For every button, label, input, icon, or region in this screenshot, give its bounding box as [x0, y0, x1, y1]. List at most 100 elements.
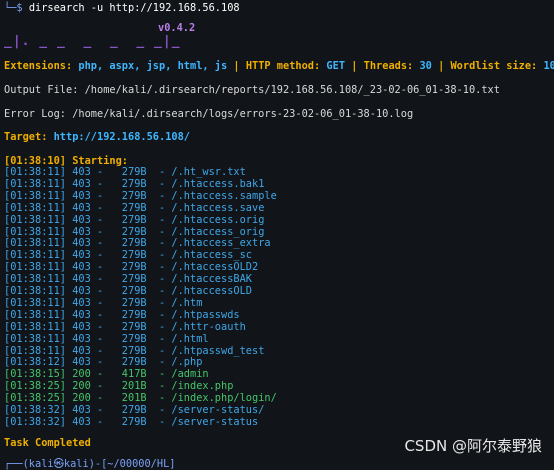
result-time: [01:38:11]: [4, 189, 73, 202]
result-path: /.php: [171, 356, 203, 369]
result-size: 279B -: [115, 285, 172, 297]
result-path: /.htaccess.orig: [171, 213, 265, 226]
result-path: /admin: [171, 368, 209, 381]
result-size: 279B -: [115, 249, 172, 262]
result-time: [01:38:11]: [4, 273, 73, 286]
result-row: [01:38:32] 403 - 279B - /server-status: [4, 416, 258, 428]
result-status-code: 403 -: [72, 332, 116, 345]
result-status-code: 403 -: [72, 273, 116, 286]
result-status-code: 403 -: [72, 237, 116, 250]
result-time: [01:38:12]: [4, 356, 73, 369]
result-path: /.htaccess_extra: [171, 237, 271, 250]
result-status-code: 403 -: [72, 404, 116, 416]
result-size: 279B -: [115, 166, 172, 178]
result-path: /.htaccess.bak1: [171, 177, 265, 190]
result-size: 279B -: [115, 320, 172, 333]
result-path: /.htpasswds: [171, 308, 240, 321]
prompt-symbol: └─$: [4, 2, 29, 14]
result-time: [01:38:32]: [4, 415, 73, 428]
result-time: [01:38:25]: [4, 380, 73, 393]
target-url: http://192.168.56.108/: [53, 131, 190, 143]
terminal-window[interactable]: └─$ dirsearch -u http://192.168.56.108 _…: [0, 0, 554, 470]
result-status-code: 200 -: [72, 368, 116, 381]
result-status-code: 403 -: [72, 213, 116, 226]
result-path: /.htaccessBAK: [171, 273, 252, 286]
result-path: /.htpasswd_test: [171, 344, 265, 357]
result-row: [01:38:11] 403 - 279B - /.htaccessOLD2: [4, 261, 258, 273]
result-row: [01:38:11] 403 - 279B - /.httr-oauth: [4, 321, 246, 333]
task-completed-line: Task Completed: [4, 437, 91, 449]
result-status-code: 403 -: [72, 344, 116, 357]
result-status-code: 403 -: [72, 225, 116, 238]
result-time: [01:38:15]: [4, 368, 73, 381]
result-time: [01:38:11]: [4, 225, 73, 238]
result-row: [01:38:11] 403 - 279B - /.htaccessOLD: [4, 285, 252, 297]
extensions-value: php, aspx, jsp, html, js: [78, 60, 228, 72]
target-line: Target: http://192.168.56.108/: [4, 131, 190, 143]
result-row: [01:38:11] 403 - 279B - /.ht_wsr.txt: [4, 166, 246, 178]
result-size: 279B -: [115, 261, 172, 274]
result-size: 417B -: [115, 368, 172, 381]
result-row: [01:38:11] 403 - 279B - /.htaccess_orig: [4, 226, 264, 238]
result-size: 279B -: [115, 308, 172, 321]
dirsearch-banner: _|. _ _ _ _ _ _|_: [4, 34, 181, 49]
result-status-code: 403 -: [72, 415, 116, 428]
wordlist-label: Wordlist size:: [450, 60, 538, 72]
result-size: 279B -: [115, 213, 172, 226]
result-size: 279B -: [115, 201, 172, 214]
result-status-code: 403 -: [72, 320, 116, 333]
result-size: 279B -: [115, 177, 172, 190]
result-row: [01:38:11] 403 - 279B - /.htpasswd_test: [4, 345, 264, 357]
threads-label: Threads:: [363, 60, 414, 72]
result-time: [01:38:11]: [4, 308, 73, 321]
http-method-label: HTTP method:: [245, 60, 321, 72]
result-size: 279B -: [115, 237, 172, 250]
result-row: [01:38:11] 403 - 279B - /.htaccess.orig: [4, 214, 264, 226]
result-row: [01:38:11] 403 - 279B - /.htpasswds: [4, 309, 240, 321]
result-size: 279B -: [115, 296, 172, 309]
result-path: /.htaccess.save: [171, 201, 265, 214]
result-row: [01:38:25] 200 - 201B - /index.php: [4, 380, 233, 392]
banner-version: v0.4.2: [158, 22, 196, 34]
result-path: /.htaccess_sc: [171, 249, 252, 262]
result-time: [01:38:11]: [4, 237, 73, 250]
result-size: 279B -: [115, 404, 172, 416]
result-path: /.ht_wsr.txt: [171, 166, 246, 178]
csdn-watermark: CSDN @阿尔泰野狼: [404, 437, 542, 455]
result-status-code: 403 -: [72, 177, 116, 190]
result-row: [01:38:12] 403 - 279B - /.php: [4, 356, 202, 368]
result-row: [01:38:15] 200 - 417B - /admin: [4, 368, 209, 380]
result-status-code: 403 -: [72, 189, 116, 202]
result-row: [01:38:11] 403 - 279B - /.htaccess_sc: [4, 249, 252, 261]
result-time: [01:38:25]: [4, 392, 73, 405]
result-time: [01:38:11]: [4, 213, 73, 226]
result-row: [01:38:11] 403 - 279B - /.htaccess.sampl…: [4, 190, 277, 202]
result-path: /.htaccessOLD: [171, 285, 252, 297]
result-time: [01:38:11]: [4, 285, 73, 297]
target-label: Target:: [4, 131, 48, 143]
result-size: 279B -: [115, 332, 172, 345]
result-path: /server-status: [171, 415, 259, 428]
config-line: Extensions: php, aspx, jsp, html, js | H…: [4, 60, 554, 72]
threads-value: 30: [419, 60, 432, 72]
result-row: [01:38:11] 403 - 279B - /.htm: [4, 297, 202, 309]
result-path: /.httr-oauth: [171, 320, 246, 333]
result-time: [01:38:11]: [4, 261, 73, 274]
command-line: └─$ dirsearch -u http://192.168.56.108: [4, 2, 240, 14]
result-time: [01:38:11]: [4, 332, 73, 345]
result-size: 279B -: [115, 225, 172, 238]
error-log-line: Error Log: /home/kali/.dirsearch/logs/er…: [4, 108, 414, 120]
result-row: [01:38:25] 200 - 201B - /index.php/login…: [4, 392, 277, 404]
result-time: [01:38:11]: [4, 249, 73, 262]
result-row: [01:38:11] 403 - 279B - /.htaccessBAK: [4, 273, 252, 285]
result-status-code: 403 -: [72, 201, 116, 214]
result-time: [01:38:11]: [4, 166, 73, 178]
result-path: /.htaccessOLD2: [171, 261, 259, 274]
extensions-label: Extensions:: [4, 60, 73, 72]
result-size: 279B -: [115, 189, 172, 202]
result-status-code: 200 -: [72, 392, 116, 405]
result-status-code: 403 -: [72, 296, 116, 309]
result-time: [01:38:11]: [4, 320, 73, 333]
result-size: 201B -: [115, 392, 172, 405]
result-size: 279B -: [115, 415, 172, 428]
